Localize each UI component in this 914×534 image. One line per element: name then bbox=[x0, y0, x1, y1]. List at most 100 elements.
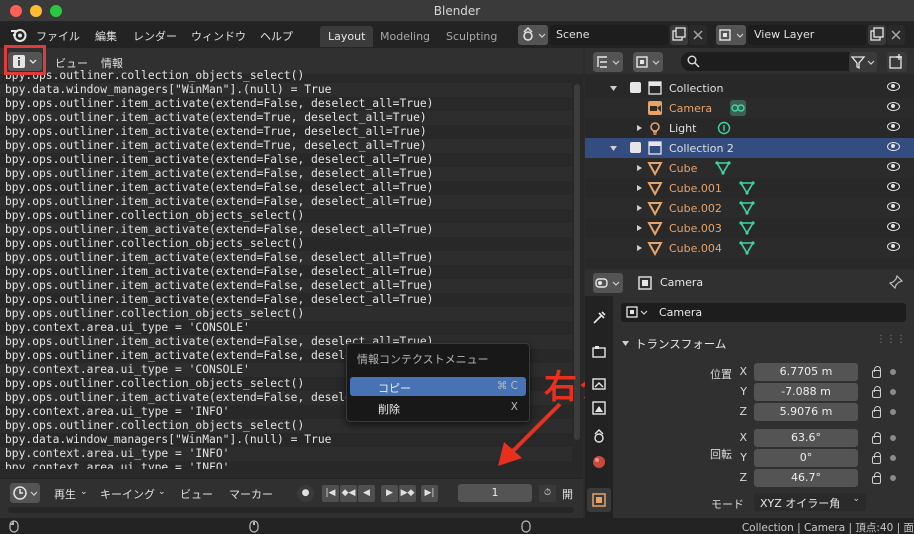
lock-icon[interactable] bbox=[872, 366, 881, 378]
location-z-field[interactable]: 5.9076 m bbox=[754, 403, 858, 421]
visibility-eye-icon[interactable] bbox=[887, 182, 900, 191]
outliner-row-camera[interactable]: Camera bbox=[585, 98, 914, 118]
info-log-line[interactable]: bpy.ops.outliner.item_activate(extend=Fa… bbox=[0, 167, 572, 181]
marker-menu[interactable]: マーカー bbox=[229, 486, 273, 502]
context-menu-copy[interactable]: コピー ⌘ C bbox=[350, 377, 526, 396]
lock-icon[interactable] bbox=[872, 452, 881, 464]
filter-button[interactable] bbox=[849, 52, 877, 72]
exclude-checkbox[interactable] bbox=[630, 142, 641, 153]
info-log-line[interactable]: bpy.ops.outliner.collection_objects_sele… bbox=[0, 307, 572, 321]
expand-arrow-icon[interactable] bbox=[635, 204, 643, 212]
keyframe-dot-icon[interactable] bbox=[890, 455, 896, 461]
info-log-line[interactable]: bpy.ops.outliner.item_activate(extend=Fa… bbox=[0, 195, 572, 209]
expand-arrow-icon[interactable] bbox=[609, 84, 618, 93]
light-data-icon[interactable] bbox=[716, 120, 732, 136]
visibility-eye-icon[interactable] bbox=[887, 122, 900, 131]
lock-icon[interactable] bbox=[872, 472, 881, 484]
transform-panel-header[interactable]: トランスフォーム ⋮⋮⋮ bbox=[621, 334, 906, 354]
record-button[interactable]: ● bbox=[297, 485, 314, 502]
blender-logo-icon[interactable] bbox=[10, 27, 28, 42]
new-scene-button[interactable] bbox=[670, 25, 688, 45]
mesh-data-icon[interactable] bbox=[739, 220, 755, 236]
jump-end-button[interactable]: ▶| bbox=[421, 485, 438, 502]
info-log-line[interactable]: bpy.ops.outliner.item_activate(extend=Fa… bbox=[0, 223, 572, 237]
expand-arrow-icon[interactable] bbox=[635, 224, 643, 232]
mesh-data-icon[interactable] bbox=[739, 240, 755, 256]
jump-start-button[interactable]: |◀ bbox=[322, 485, 339, 502]
info-log-line[interactable]: bpy.context.area.ui_type = 'INFO' bbox=[0, 447, 572, 461]
menu-window[interactable]: ウィンドウ bbox=[191, 28, 246, 44]
location-x-field[interactable]: 6.7705 m bbox=[754, 363, 858, 381]
info-log-line[interactable]: bpy.ops.outliner.item_activate(extend=Tr… bbox=[0, 125, 572, 139]
visibility-eye-icon[interactable] bbox=[887, 242, 900, 251]
keyframe-dot-icon[interactable] bbox=[890, 409, 896, 415]
mesh-data-icon[interactable] bbox=[739, 180, 755, 196]
new-collection-button[interactable] bbox=[887, 52, 907, 72]
scene-selector-button[interactable] bbox=[518, 25, 548, 45]
visibility-eye-icon[interactable] bbox=[887, 142, 900, 151]
lock-icon[interactable] bbox=[872, 432, 881, 444]
outliner-row-collection-2[interactable]: Collection 2 bbox=[585, 138, 914, 158]
visibility-eye-icon[interactable] bbox=[887, 222, 900, 231]
outliner-row-collection[interactable]: Collection bbox=[585, 78, 914, 98]
visibility-eye-icon[interactable] bbox=[887, 162, 900, 171]
info-log-line[interactable]: bpy.ops.outliner.item_activate(extend=Tr… bbox=[0, 139, 572, 153]
display-mode-button[interactable] bbox=[633, 52, 663, 72]
view-layer-name-field[interactable]: View Layer bbox=[748, 25, 866, 45]
view-layer-selector-button[interactable] bbox=[716, 25, 746, 45]
outliner-editor-type-button[interactable] bbox=[593, 52, 623, 72]
tool-tab-icon[interactable] bbox=[591, 310, 607, 326]
info-log-line[interactable]: bpy.ops.outliner.item_activate(extend=Tr… bbox=[0, 111, 572, 125]
outliner-row-light[interactable]: Light bbox=[585, 118, 914, 138]
output-tab-icon[interactable] bbox=[591, 376, 607, 392]
lock-icon[interactable] bbox=[872, 406, 881, 418]
keyframe-dot-icon[interactable] bbox=[890, 389, 896, 395]
info-log-line[interactable]: bpy.data.window_managers["WinMan"].(null… bbox=[0, 83, 572, 97]
properties-editor-type-button[interactable] bbox=[593, 273, 623, 293]
play-reverse-button[interactable]: ◀ bbox=[358, 485, 375, 502]
lock-icon[interactable] bbox=[872, 386, 881, 398]
rotation-z-field[interactable]: 46.7° bbox=[754, 469, 858, 487]
timeline-scrubber[interactable] bbox=[8, 507, 574, 513]
camera-data-icon[interactable] bbox=[729, 99, 747, 117]
render-tab-icon[interactable] bbox=[591, 344, 607, 360]
info-log-line[interactable]: bpy.ops.outliner.collection_objects_sele… bbox=[0, 69, 572, 83]
world-tab-icon[interactable] bbox=[591, 454, 607, 470]
rotation-mode-dropdown[interactable]: XYZ オイラー角 ⌄ bbox=[754, 493, 866, 511]
prev-keyframe-button[interactable]: ◆◀ bbox=[340, 485, 357, 502]
tab-layout[interactable]: Layout bbox=[320, 26, 374, 47]
mesh-data-icon[interactable] bbox=[715, 160, 731, 176]
delete-scene-button[interactable] bbox=[689, 25, 707, 45]
play-button[interactable]: ▶ bbox=[381, 485, 398, 502]
timeline-view-menu[interactable]: ビュー bbox=[180, 486, 213, 502]
menu-file[interactable]: ファイル bbox=[36, 28, 80, 44]
drag-handle-icon[interactable]: ⋮⋮⋮ bbox=[876, 334, 906, 345]
info-log-line[interactable]: bpy.ops.outliner.item_activate(extend=Fa… bbox=[0, 293, 572, 307]
expand-arrow-icon[interactable] bbox=[635, 244, 643, 252]
info-log-line[interactable]: bpy.ops.outliner.item_activate(extend=Fa… bbox=[0, 153, 572, 167]
expand-arrow-icon[interactable] bbox=[635, 164, 643, 172]
visibility-eye-icon[interactable] bbox=[887, 202, 900, 211]
outliner-row-mesh[interactable]: Cube bbox=[585, 158, 914, 178]
new-view-layer-button[interactable] bbox=[868, 25, 886, 45]
visibility-eye-icon[interactable] bbox=[887, 102, 900, 111]
outliner-search-input[interactable] bbox=[681, 52, 865, 71]
mesh-data-icon[interactable] bbox=[739, 200, 755, 216]
current-frame-field[interactable]: 1 bbox=[458, 484, 532, 502]
info-log-line[interactable]: bpy.ops.outliner.item_activate(extend=Fa… bbox=[0, 265, 572, 279]
next-keyframe-button[interactable]: ▶◆ bbox=[399, 485, 416, 502]
delete-view-layer-button[interactable] bbox=[887, 25, 905, 45]
scene-name-field[interactable]: Scene bbox=[550, 25, 668, 45]
playback-menu[interactable]: 再生 bbox=[54, 486, 76, 502]
tab-sculpting[interactable]: Sculpting bbox=[438, 26, 505, 47]
stopwatch-icon[interactable]: ⏱ bbox=[539, 485, 556, 502]
menu-help[interactable]: ヘルプ bbox=[260, 28, 293, 44]
outliner-row-mesh[interactable]: Cube.002 bbox=[585, 198, 914, 218]
menu-edit[interactable]: 編集 bbox=[95, 28, 117, 44]
info-log-line[interactable]: bpy.ops.outliner.collection_objects_sele… bbox=[0, 209, 572, 223]
pin-icon[interactable] bbox=[889, 275, 903, 289]
keyframe-dot-icon[interactable] bbox=[890, 475, 896, 481]
exclude-checkbox[interactable] bbox=[630, 82, 641, 93]
outliner-row-mesh[interactable]: Cube.001 bbox=[585, 178, 914, 198]
timeline-editor-type-button[interactable] bbox=[10, 483, 40, 503]
